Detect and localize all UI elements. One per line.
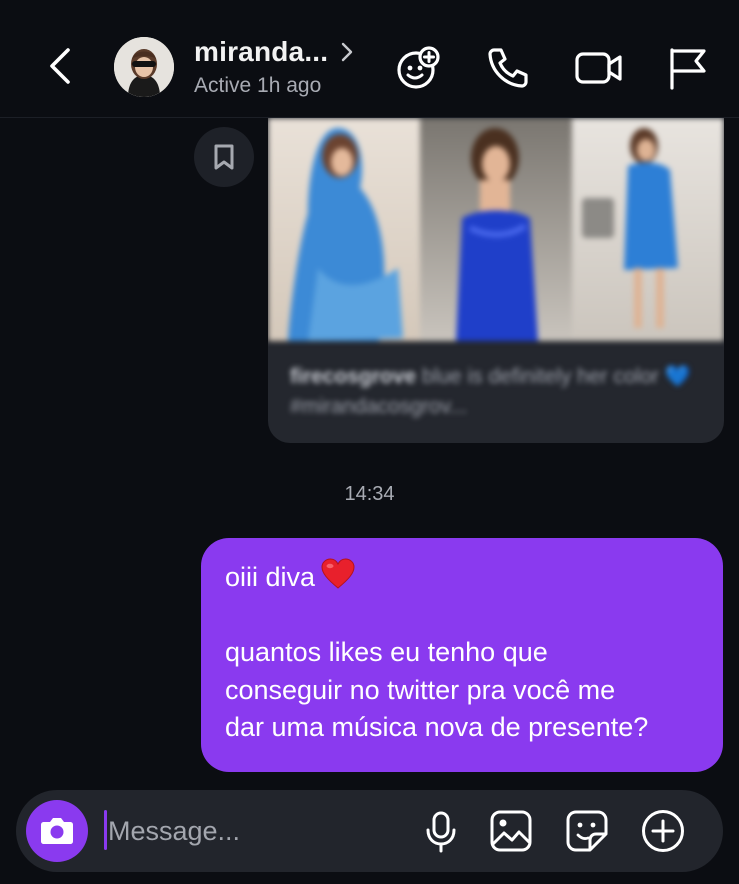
message-line: oiii diva <box>225 558 699 597</box>
post-image <box>572 118 724 341</box>
message-input[interactable] <box>108 812 408 850</box>
contact-info[interactable]: miranda... Active 1h ago <box>194 36 354 98</box>
sticker-icon <box>566 810 608 852</box>
gallery-button[interactable] <box>488 808 534 854</box>
voice-message-button[interactable] <box>418 808 464 854</box>
microphone-icon <box>426 811 456 853</box>
camera-button[interactable] <box>26 800 88 862</box>
message-composer <box>16 790 723 872</box>
more-options-button[interactable] <box>640 808 686 854</box>
heart-emoji <box>321 558 355 589</box>
call-button[interactable] <box>484 44 532 92</box>
sent-message-bubble[interactable]: oiii diva quantos likes eu tenho que con… <box>201 538 723 772</box>
post-username: firecosgrove <box>290 365 417 388</box>
post-image <box>268 118 420 341</box>
sticker-button[interactable] <box>564 808 610 854</box>
message-line: quantos likes eu tenho que <box>225 637 548 667</box>
chat-header: miranda... Active 1h ago <box>0 0 739 118</box>
text-cursor <box>104 810 107 850</box>
flag-icon <box>670 48 706 90</box>
contact-name[interactable]: miranda... <box>194 36 328 68</box>
post-caption: firecosgrove blue is definitely her colo… <box>290 362 700 422</box>
video-call-button[interactable] <box>574 44 622 92</box>
message-line: conseguir no twitter pra você me <box>225 674 616 705</box>
camera-icon <box>41 818 73 844</box>
shared-post[interactable]: firecosgrove blue is definitely her colo… <box>268 118 724 443</box>
report-button[interactable] <box>664 44 712 92</box>
video-icon <box>575 52 622 84</box>
chevron-right-icon <box>342 42 353 62</box>
bookmark-icon <box>214 144 234 170</box>
post-image <box>420 118 572 341</box>
plus-icon <box>642 810 684 852</box>
message-timestamp: 14:34 <box>344 483 395 505</box>
back-button[interactable] <box>40 44 80 88</box>
back-icon <box>50 48 70 84</box>
avatar[interactable] <box>114 37 174 97</box>
effects-button[interactable] <box>394 44 442 92</box>
active-status: Active 1h ago <box>194 74 322 97</box>
save-post-button[interactable] <box>194 127 254 187</box>
phone-icon <box>488 48 528 88</box>
effects-icon <box>397 46 440 89</box>
gallery-icon <box>490 810 532 852</box>
post-image-strip <box>268 118 724 341</box>
message-line: dar uma música nova de presente? <box>225 712 649 742</box>
